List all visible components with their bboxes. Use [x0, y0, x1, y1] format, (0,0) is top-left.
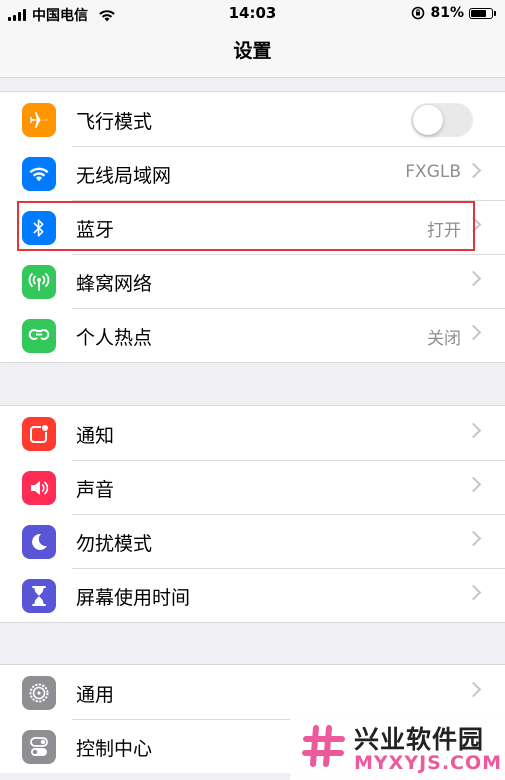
antenna-icon [22, 265, 56, 299]
notifications-icon [22, 417, 56, 451]
row-value: 打开 [427, 221, 461, 241]
watermark: 兴业软件园 MYXYJS.COM [290, 718, 505, 780]
settings-group-connectivity: 飞行模式 无线局域网 FXGLB 蓝牙 打开 蜂窝网络 个人热点 关闭 [0, 91, 505, 363]
row-cellular[interactable]: 蜂窝网络 [0, 254, 505, 308]
row-personal-hotspot[interactable]: 个人热点 关闭 [0, 308, 505, 362]
chevron-right-icon [465, 162, 482, 179]
chevron-right-icon [465, 422, 482, 439]
row-label: 勿扰模式 [76, 533, 153, 555]
battery-level-fill [471, 9, 487, 17]
speaker-icon [22, 471, 56, 505]
status-right: 81% [411, 5, 496, 21]
gear-icon [22, 676, 56, 710]
row-bluetooth[interactable]: 蓝牙 打开 [0, 200, 505, 254]
row-sounds[interactable]: 声音 [0, 460, 505, 514]
airplane-icon [22, 103, 56, 137]
chevron-right-icon [465, 476, 482, 493]
hourglass-icon [22, 579, 56, 613]
chevron-right-icon [465, 324, 482, 341]
battery-percent: 81% [430, 5, 464, 21]
status-bar: 中国电信 14:03 81% [0, 0, 505, 28]
row-do-not-disturb[interactable]: 勿扰模式 [0, 514, 505, 568]
row-label: 个人热点 [76, 327, 153, 349]
hash-logo-icon [302, 725, 345, 767]
chevron-right-icon [465, 681, 482, 698]
page-title: 设置 [233, 40, 272, 62]
row-wifi[interactable]: 无线局域网 FXGLB [0, 146, 505, 200]
row-label: 通知 [76, 425, 115, 447]
row-label: 声音 [76, 479, 115, 501]
row-general[interactable]: 通用 [0, 665, 505, 719]
row-value: FXGLB [405, 162, 461, 182]
toggles-icon [22, 730, 56, 764]
toggle-knob [413, 105, 443, 135]
row-screen-time[interactable]: 屏幕使用时间 [0, 568, 505, 622]
wifi-icon [22, 157, 56, 191]
bluetooth-icon [22, 211, 56, 245]
watermark-url: MYXYJS.COM [354, 752, 503, 774]
row-label: 蜂窝网络 [76, 273, 153, 295]
row-label: 屏幕使用时间 [76, 587, 191, 609]
nav-bar: 设置 [0, 28, 505, 78]
moon-icon [22, 525, 56, 559]
row-label: 通用 [76, 684, 115, 706]
chevron-right-icon [465, 530, 482, 547]
row-label: 蓝牙 [76, 219, 115, 241]
hotspot-icon [22, 319, 56, 353]
settings-group-notifications: 通知 声音 勿扰模式 屏幕使用时间 [0, 405, 505, 623]
airplane-mode-toggle[interactable] [411, 103, 473, 137]
row-label: 无线局域网 [76, 165, 172, 187]
orientation-lock-icon [412, 6, 425, 20]
row-label: 控制中心 [76, 738, 153, 760]
row-label: 飞行模式 [76, 111, 153, 133]
battery-icon [469, 7, 496, 19]
watermark-title: 兴业软件园 [354, 725, 485, 754]
chevron-right-icon [465, 584, 482, 601]
row-notifications[interactable]: 通知 [0, 406, 505, 460]
chevron-right-icon [465, 216, 482, 233]
chevron-right-icon [465, 270, 482, 287]
row-airplane-mode[interactable]: 飞行模式 [0, 92, 505, 146]
row-value: 关闭 [427, 329, 461, 349]
